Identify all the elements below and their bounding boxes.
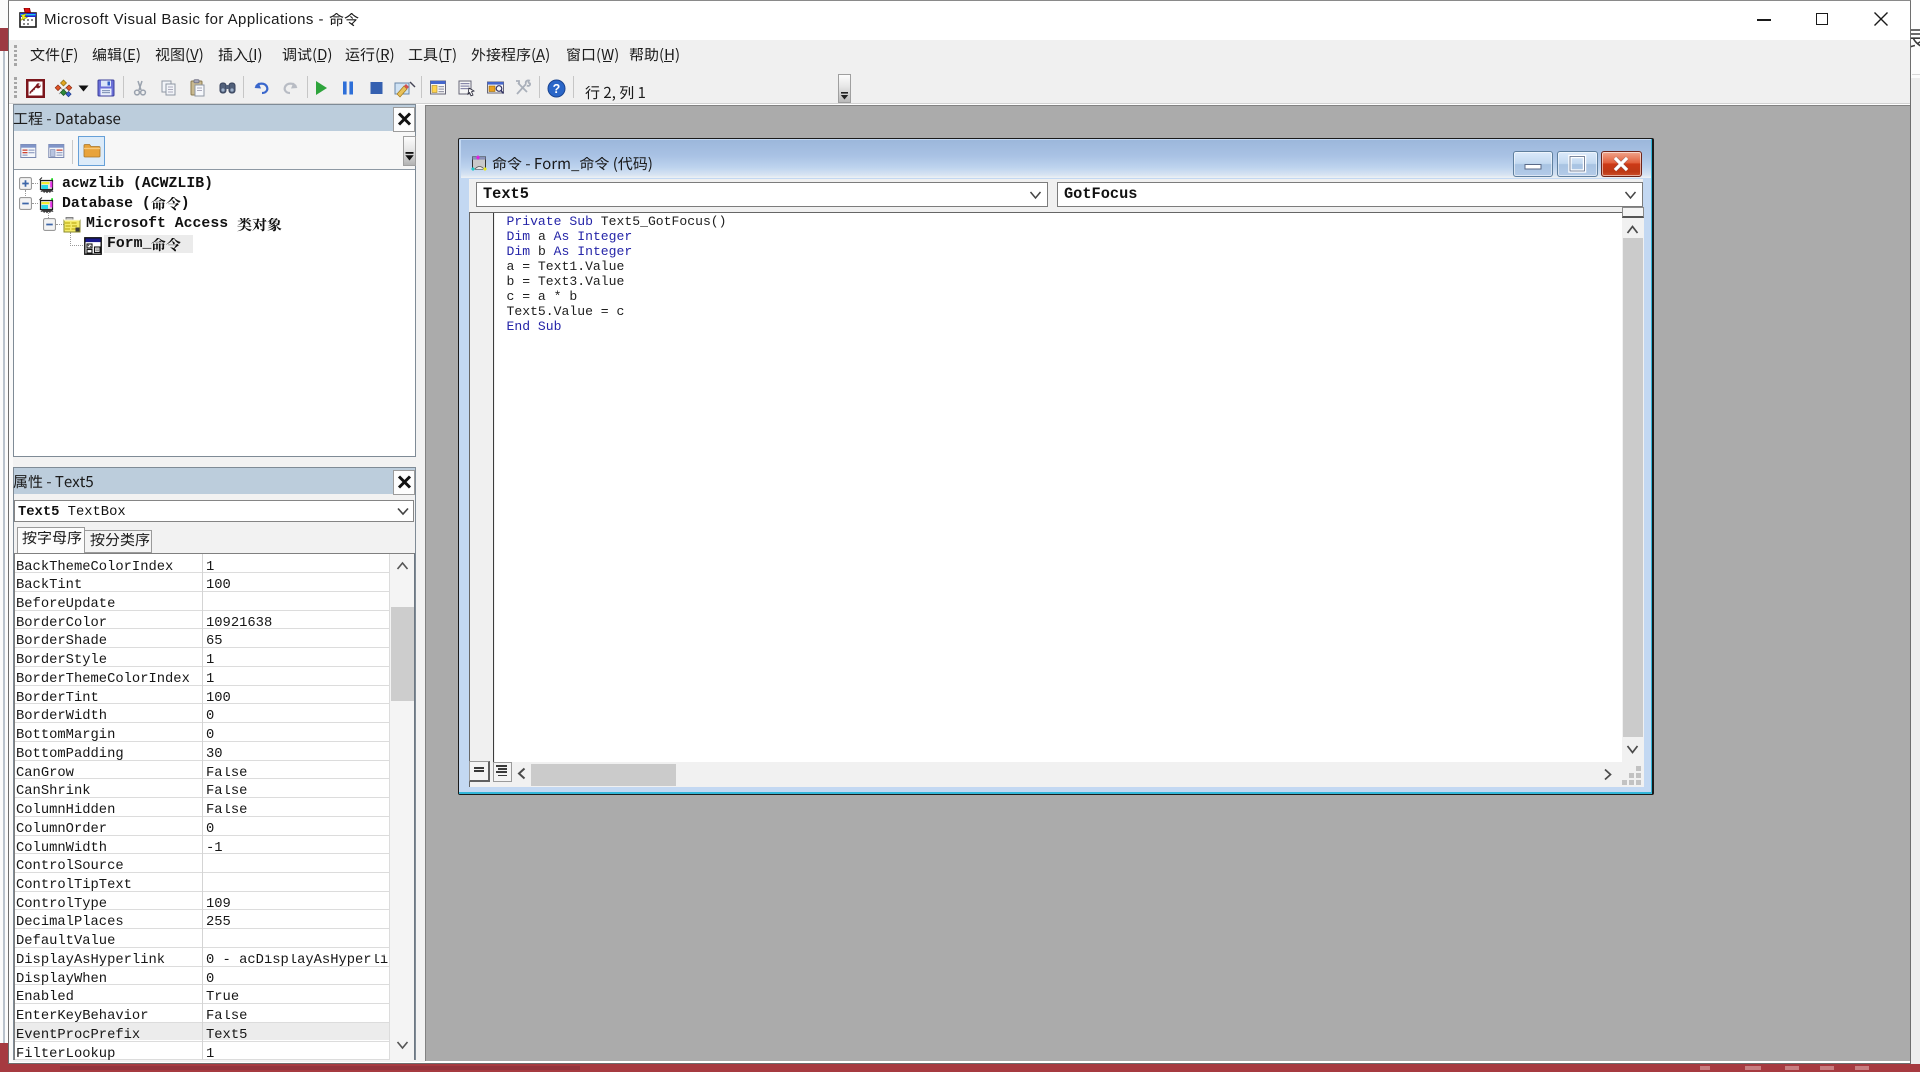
svg-text:?: ?: [553, 82, 561, 96]
